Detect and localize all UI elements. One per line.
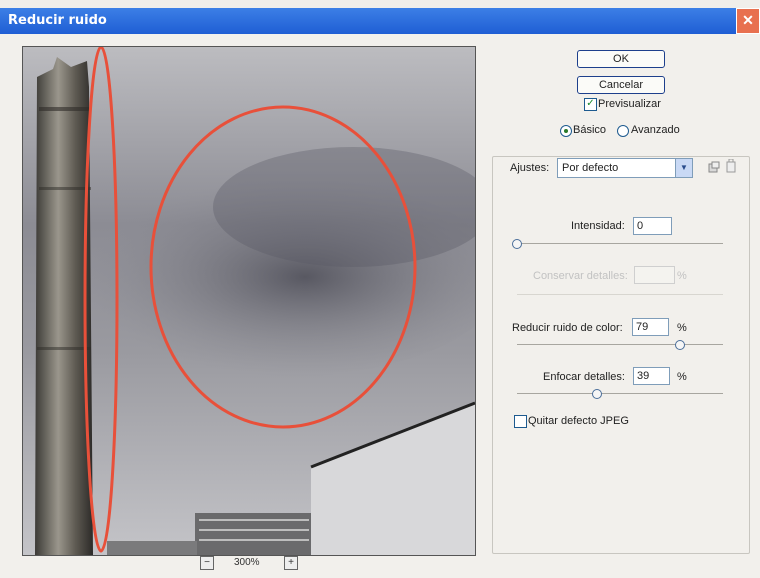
title-bar: Reducir ruido ✕: [0, 8, 760, 34]
preserve-details-label: Conservar detalles:: [533, 270, 628, 282]
reducir-ruido-dialog: Reducir ruido ✕ − 300% + OK Cancelar ✓ P…: [0, 0, 760, 578]
zoom-level: 300%: [234, 557, 260, 568]
trash-icon[interactable]: [726, 158, 736, 173]
preview-photo: [23, 47, 475, 555]
intensity-input[interactable]: 0: [633, 217, 672, 235]
preserve-details-unit: %: [677, 270, 687, 282]
zoom-controls: − 300% +: [200, 556, 310, 572]
sharpen-slider-track[interactable]: [517, 393, 723, 394]
preserve-details-slider-track: [517, 294, 723, 295]
dialog-title: Reducir ruido: [8, 13, 107, 28]
close-button[interactable]: ✕: [736, 8, 760, 34]
preview-label: Previsualizar: [598, 98, 661, 110]
color-noise-label: Reducir ruido de color:: [512, 322, 623, 334]
color-noise-input[interactable]: 79: [632, 318, 669, 336]
jpeg-label: Quitar defecto JPEG: [528, 415, 629, 427]
intensity-slider-track[interactable]: [517, 243, 723, 244]
sharpen-input[interactable]: 39: [633, 367, 670, 385]
basic-radio[interactable]: [560, 125, 572, 137]
zoom-out-button[interactable]: −: [200, 556, 214, 570]
close-icon: ✕: [742, 12, 754, 28]
zoom-in-button[interactable]: +: [284, 556, 298, 570]
color-noise-slider-track[interactable]: [517, 344, 723, 345]
color-noise-slider-thumb[interactable]: [674, 340, 685, 350]
cancel-button[interactable]: Cancelar: [577, 76, 665, 94]
settings-group: [492, 156, 750, 554]
color-noise-unit: %: [677, 322, 687, 334]
intensity-label: Intensidad:: [571, 220, 625, 232]
plus-icon: +: [288, 557, 294, 568]
sharpen-unit: %: [677, 371, 687, 383]
chevron-down-icon: ▼: [675, 159, 692, 177]
minus-icon: −: [204, 557, 210, 568]
save-settings-icon[interactable]: [708, 160, 720, 173]
preserve-details-input: [634, 266, 675, 284]
sharpen-label: Enfocar detalles:: [543, 371, 625, 383]
preview-checkbox[interactable]: ✓: [584, 98, 597, 111]
advanced-label: Avanzado: [631, 124, 680, 136]
jpeg-checkbox[interactable]: [514, 415, 527, 428]
advanced-radio[interactable]: [617, 125, 629, 137]
basic-label: Básico: [573, 124, 607, 136]
intensity-slider-thumb[interactable]: [512, 239, 522, 249]
settings-value: Por defecto: [562, 162, 619, 174]
preview-image[interactable]: [22, 46, 476, 556]
settings-select[interactable]: Por defecto ▼: [557, 158, 693, 178]
ok-button[interactable]: OK: [577, 50, 665, 68]
settings-label: Ajustes:: [510, 162, 550, 174]
